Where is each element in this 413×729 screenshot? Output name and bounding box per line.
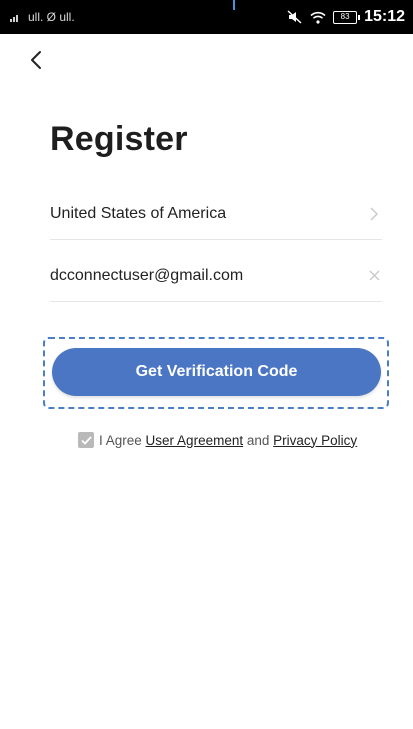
user-agreement-link[interactable]: User Agreement	[146, 433, 244, 448]
signal-icon	[10, 15, 18, 22]
email-input[interactable]	[50, 266, 340, 285]
privacy-policy-link[interactable]: Privacy Policy	[273, 433, 357, 448]
close-icon	[369, 270, 379, 281]
register-screen: ull. Ø ull. 83 15:12 Register United Sta…	[0, 0, 413, 729]
email-field-row	[50, 250, 382, 302]
battery-icon: 83	[333, 10, 361, 24]
status-left-text: ull. Ø ull.	[28, 10, 75, 24]
agreement-row: I Agree User Agreement and Privacy Polic…	[78, 432, 357, 448]
wifi-icon	[310, 11, 326, 24]
status-bar: ull. Ø ull. 83 15:12	[0, 0, 413, 34]
get-verification-code-button[interactable]: Get Verification Code	[52, 348, 381, 396]
agree-prefix: I Agree	[99, 432, 142, 448]
agree-and: and	[246, 432, 270, 448]
clear-email-button[interactable]	[366, 268, 382, 284]
country-value: United States of America	[50, 204, 227, 222]
check-icon	[80, 435, 92, 445]
mute-icon	[287, 10, 302, 24]
page-title: Register	[50, 120, 188, 158]
back-button[interactable]	[22, 46, 50, 74]
chevron-right-icon	[366, 206, 382, 222]
country-selector[interactable]: United States of America	[50, 188, 382, 240]
top-marker-line	[233, 0, 235, 10]
chevron-left-icon	[31, 51, 41, 69]
status-right: 83 15:12	[287, 8, 405, 26]
signal-indicators: ull. Ø ull.	[10, 10, 75, 24]
status-time: 15:12	[364, 8, 405, 25]
agree-checkbox[interactable]	[78, 432, 94, 448]
